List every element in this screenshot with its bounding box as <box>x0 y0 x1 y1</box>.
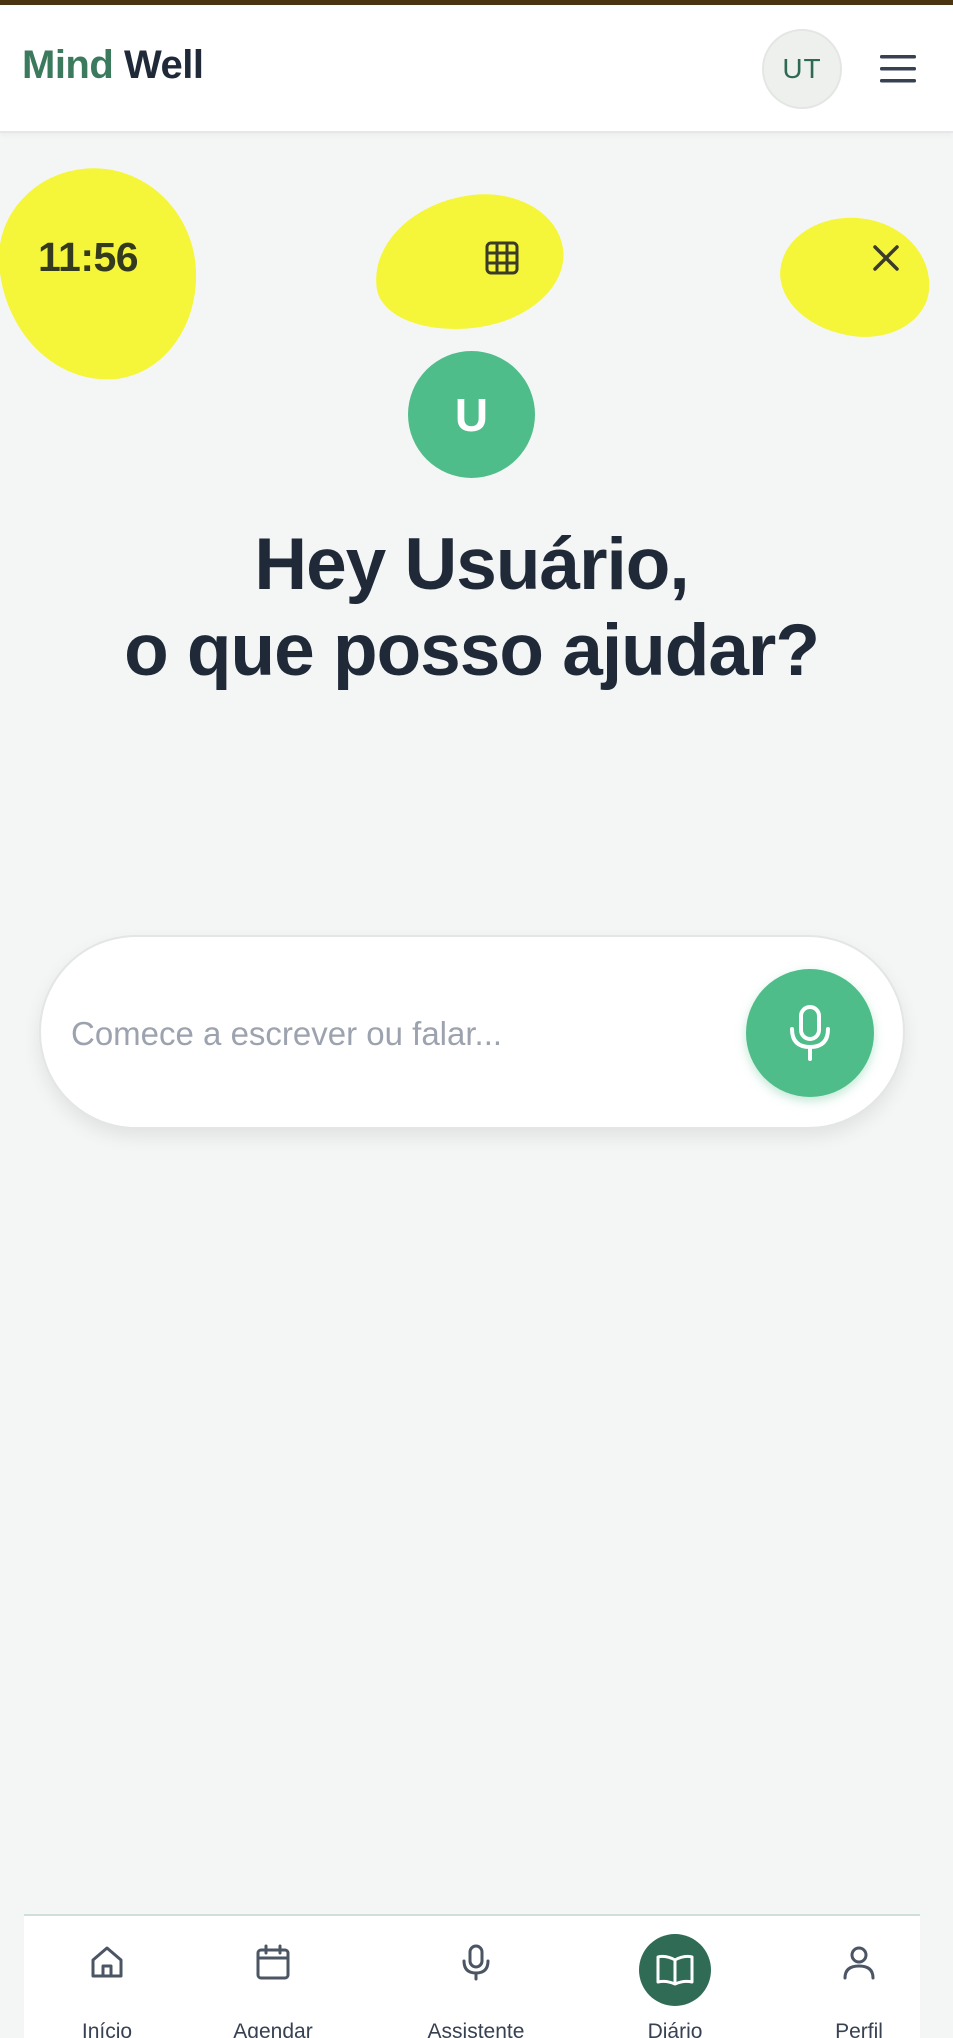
nav-item-agendar[interactable]: Agendar <box>193 1916 353 2038</box>
message-input[interactable] <box>71 1001 751 1067</box>
home-icon <box>85 1940 129 1984</box>
highlight-mark <box>774 210 936 344</box>
greeting-line-1: Hey Usuário, <box>254 524 689 605</box>
nav-label: Assistente <box>427 2020 525 2038</box>
book-icon <box>639 1934 711 2006</box>
mic-icon <box>790 1005 830 1061</box>
nav-item-inicio[interactable]: Início <box>27 1916 187 2038</box>
bottom-navigation: Início Agendar Assistente Diário Perfil <box>24 1914 920 2038</box>
grid-icon[interactable] <box>482 238 522 278</box>
brand-logo[interactable]: Mind Well <box>22 43 204 88</box>
nav-item-diario[interactable]: Diário <box>595 1916 755 2038</box>
close-icon[interactable] <box>868 240 904 276</box>
voice-input-button[interactable] <box>746 969 874 1097</box>
user-avatar-button[interactable]: UT <box>762 29 842 109</box>
session-timer: 11:56 <box>38 234 139 280</box>
nav-item-perfil[interactable]: Perfil <box>779 1916 939 2038</box>
highlight-mark <box>365 183 573 341</box>
nav-label: Perfil <box>835 2020 883 2038</box>
nav-item-assistente[interactable]: Assistente <box>396 1916 556 2038</box>
calendar-icon <box>251 1940 295 1984</box>
brand-name-part2: Well <box>123 43 204 87</box>
app-header: Mind Well UT <box>0 5 953 133</box>
message-composer <box>39 935 905 1129</box>
user-icon <box>837 1940 881 1984</box>
assistant-avatar: U <box>408 351 535 478</box>
mic-icon <box>454 1940 498 1984</box>
greeting-heading: Hey Usuário, o que posso ajudar? <box>0 522 943 694</box>
user-initials: UT <box>782 53 822 84</box>
nav-label: Agendar <box>233 2020 313 2038</box>
hamburger-menu-icon[interactable] <box>876 49 920 89</box>
nav-label: Diário <box>647 2020 703 2038</box>
assistant-avatar-letter: U <box>454 388 489 441</box>
nav-label: Início <box>81 2020 133 2038</box>
greeting-line-2: o que posso ajudar? <box>124 610 820 691</box>
brand-name-part1: Mind <box>22 43 114 87</box>
